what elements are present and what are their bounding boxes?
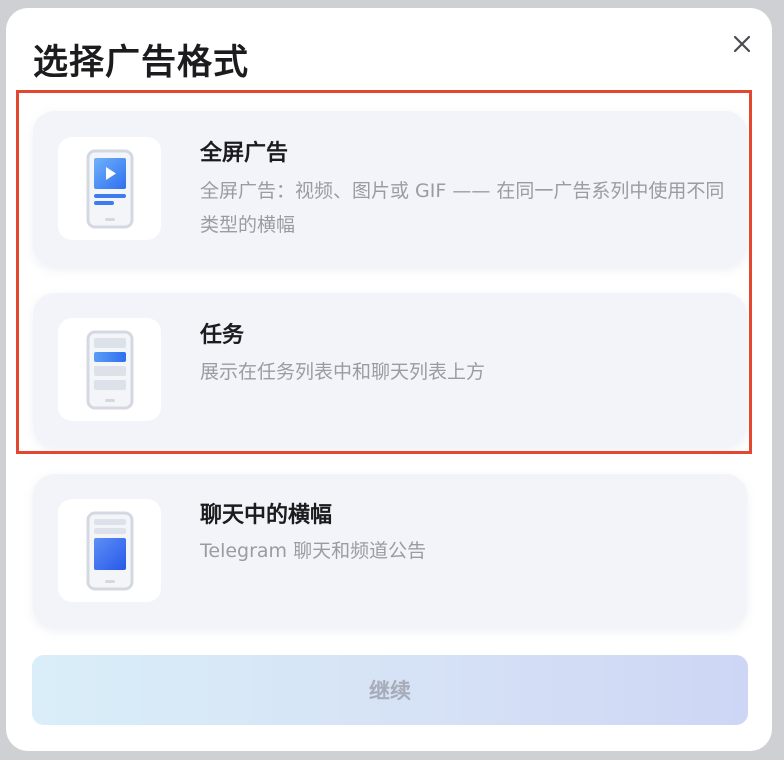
format-description: 全屏广告：视频、图片或 GIF —— 在同一广告系列中使用不同类型的横幅: [200, 180, 725, 236]
format-title: 聊天中的横幅: [200, 503, 333, 528]
ad-format-dialog: 选择广告格式 全屏广告 全屏广告：视频、图片或 GIF —— 在同一广告系列中使…: [6, 8, 772, 751]
dialog-title: 选择广告格式: [33, 43, 250, 83]
format-option-fullscreen[interactable]: 全屏广告 全屏广告：视频、图片或 GIF —— 在同一广告系列中使用不同类型的横…: [33, 111, 747, 267]
format-option-tasks[interactable]: 任务 展示在任务列表中和聊天列表上方: [33, 293, 747, 447]
close-icon: [733, 35, 751, 53]
format-title: 全屏广告: [200, 141, 289, 166]
continue-button[interactable]: 继续: [32, 655, 748, 725]
format-thumbnail: [58, 499, 161, 602]
format-thumbnail: [58, 318, 161, 421]
format-thumbnail: [58, 137, 161, 240]
format-description: 展示在任务列表中和聊天列表上方: [200, 361, 486, 383]
format-title: 任务: [200, 323, 245, 348]
format-option-chat-banner[interactable]: 聊天中的横幅 Telegram 聊天和频道公告: [33, 474, 747, 628]
phone-chat-banner-icon: [86, 511, 133, 590]
format-description: Telegram 聊天和频道公告: [200, 540, 427, 562]
close-button[interactable]: [726, 28, 758, 60]
phone-fullscreen-video-icon: [86, 149, 133, 228]
phone-task-list-icon: [86, 330, 133, 409]
